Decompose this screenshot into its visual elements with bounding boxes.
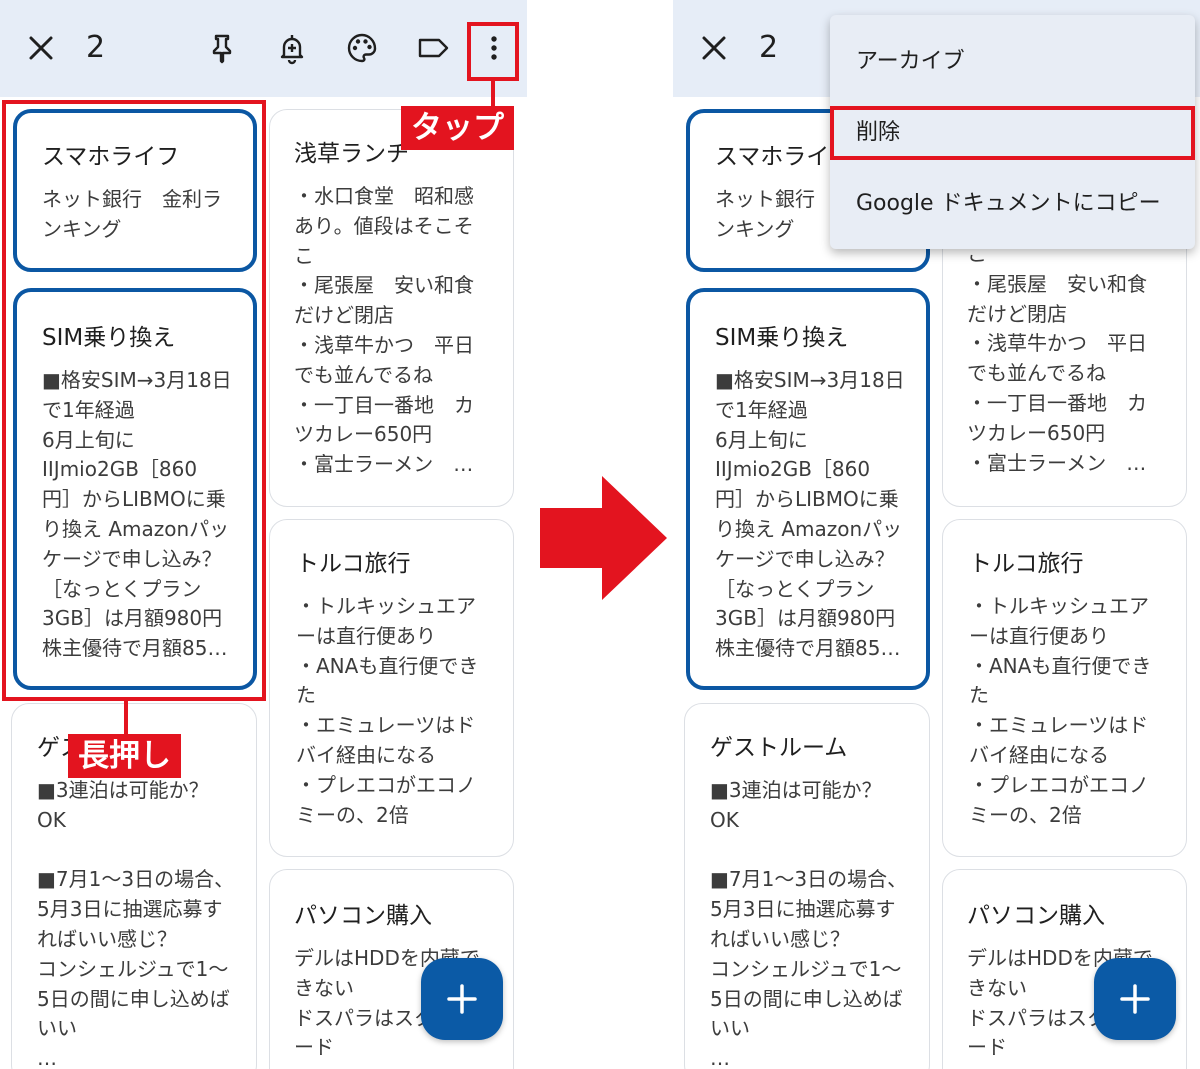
palette-icon[interactable] [345,31,379,65]
note-title: SIM乗り換え [42,325,176,351]
close-icon[interactable] [699,33,729,63]
note-body: ■格安SIM→3月18日 で1年経過 6月上旬に IIJmio2GB［860 円… [42,368,232,661]
note-title: SIM乗り換え [715,325,849,351]
plus-icon [447,984,477,1014]
note-card-guest-room[interactable]: ゲストルーム ■3連泊は可能か？ OK ■7月1〜3日の場合、 5月3日に抽選応… [684,703,930,1069]
note-body: ■3連泊は可能か？ OK ■7月1〜3日の場合、 5月3日に抽選応募す ればいい… [710,778,908,1069]
long-press-callout-label: 長押し [68,734,181,778]
note-card-sim-switch[interactable]: SIM乗り換え ■格安SIM→3月18日 で1年経過 6月上旬に IIJmio2… [13,288,257,690]
note-title: パソコン購入 [294,903,432,929]
selection-count: 2 [86,30,106,65]
note-title: ゲストルーム [710,735,848,761]
note-body: ・トルキッシュエア ーは直行便あり ・ANAも直行便でき た ・エミュレーツはド… [296,594,479,827]
close-icon[interactable] [26,33,56,63]
reminder-bell-icon[interactable] [275,31,309,65]
selection-count: 2 [759,30,779,65]
note-card-asakusa-lunch[interactable]: 浅草ランチ ・水口食堂 昭和感 あり。値段はそこそ こ ・尾張屋 安い和食 だけ… [269,109,514,507]
menu-item-archive[interactable]: アーカイブ [830,27,1195,97]
note-card-turkey-trip[interactable]: トルコ旅行 ・トルキッシュエア ーは直行便あり ・ANAも直行便でき た ・エミ… [942,519,1187,857]
note-card-sim-switch[interactable]: SIM乗り換え ■格安SIM→3月18日 で1年経過 6月上旬に IIJmio2… [686,288,930,690]
arrow-right-icon [540,476,667,600]
pin-icon[interactable] [205,31,239,65]
note-body: ■3連泊は可能か？ OK ■7月1〜3日の場合、 5月3日に抽選応募す ればいい… [37,778,235,1069]
left-screen: 2 スマホライフ ネット銀行 金利ラ ンキング SIM乗り換え ■格安SIM→3… [0,0,527,1069]
right-screen: 2 スマホライフ ネット銀行 金利ラ ンキング SIM乗り換え ■格安SIM→3… [673,0,1200,1069]
add-note-button[interactable] [1094,958,1176,1040]
tap-callout-connector [491,81,495,107]
long-press-callout-connector [124,701,128,735]
note-body: こ ・尾張屋 安い和食 だけど閉店 ・浅草牛かつ 平日 でも並んでるね ・一丁目… [967,242,1147,475]
note-title: トルコ旅行 [296,551,411,577]
overflow-menu: アーカイブ 削除 Google ドキュメントにコピー [830,15,1195,249]
note-card-turkey-trip[interactable]: トルコ旅行 ・トルキッシュエア ーは直行便あり ・ANAも直行便でき た ・エミ… [269,519,514,857]
note-title: パソコン購入 [967,903,1105,929]
note-body: ・水口食堂 昭和感 あり。値段はそこそ こ ・尾張屋 安い和食 だけど閉店 ・浅… [294,184,474,477]
tap-callout-label: タップ [401,106,514,150]
menu-item-delete[interactable]: 削除 [830,98,1195,168]
selection-toolbar: 2 [0,0,527,97]
note-title: トルコ旅行 [969,551,1084,577]
note-body: ■格安SIM→3月18日 で1年経過 6月上旬に IIJmio2GB［860 円… [715,368,905,661]
note-body: ネット銀行 金利ラ ンキング [42,187,222,241]
note-title: スマホライフ [42,144,180,170]
more-vert-icon[interactable] [477,31,511,65]
note-body: ・トルキッシュエア ーは直行便あり ・ANAも直行便でき た ・エミュレーツはド… [969,594,1152,827]
label-icon[interactable] [416,31,450,65]
add-note-button[interactable] [421,958,503,1040]
plus-icon [1120,984,1150,1014]
note-card-smartphone-life[interactable]: スマホライフ ネット銀行 金利ラ ンキング [13,109,257,272]
menu-item-copy-to-google-docs[interactable]: Google ドキュメントにコピー [830,169,1195,239]
